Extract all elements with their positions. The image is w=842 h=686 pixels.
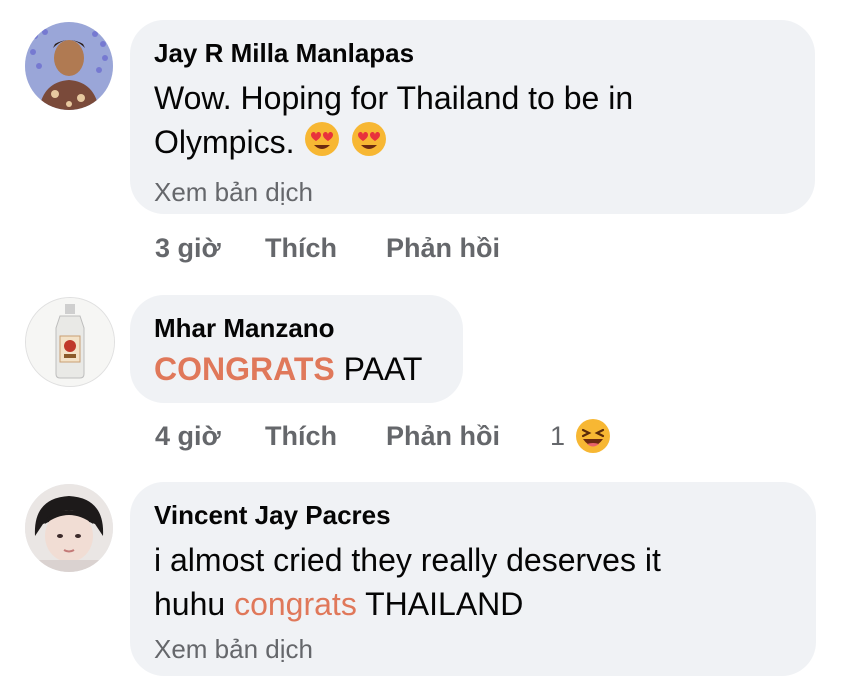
comment-text-post: THAILAND <box>365 586 524 622</box>
comment-author[interactable]: Mhar Manzano <box>154 311 439 345</box>
comment-text-rest: PAAT <box>343 351 423 387</box>
see-translation-link[interactable]: Xem bản dịch <box>154 632 792 666</box>
comment-author[interactable]: Jay R Milla Manlapas <box>154 36 791 70</box>
comment-actions: 4 giờ Thích Phản hồi 1 <box>155 416 655 456</box>
comment-bubble: Vincent Jay Pacres i almost cried they r… <box>130 482 816 676</box>
reply-button[interactable]: Phản hồi <box>386 228 500 268</box>
see-translation-link[interactable]: Xem bản dịch <box>154 175 791 209</box>
laughing-emoji-icon[interactable] <box>575 418 611 465</box>
comment-bubble: Jay R Milla Manlapas Wow. Hoping for Tha… <box>130 20 815 214</box>
comment-text-pre: huhu <box>154 586 226 622</box>
like-button[interactable]: Thích <box>265 228 337 268</box>
comment-text-line-2: Olympics. <box>154 124 295 160</box>
highlighted-keyword[interactable]: congrats <box>234 586 357 622</box>
comment-timestamp[interactable]: 3 giờ <box>155 228 221 268</box>
avatar[interactable] <box>25 22 113 110</box>
avatar[interactable] <box>25 484 113 572</box>
like-button[interactable]: Thích <box>265 416 337 456</box>
reaction-count[interactable]: 1 <box>550 416 565 456</box>
comment-timestamp[interactable]: 4 giờ <box>155 416 221 456</box>
comment-author[interactable]: Vincent Jay Pacres <box>154 498 792 532</box>
comment-text: CONGRATS PAAT <box>154 347 439 391</box>
avatar[interactable] <box>25 297 115 387</box>
heart-eyes-emoji-icon <box>303 120 341 169</box>
comment-text: Wow. Hoping for Thailand to be in Olympi… <box>154 76 791 169</box>
comment-text: i almost cried they really deserves it h… <box>154 538 792 626</box>
comment-bubble: Mhar Manzano CONGRATS PAAT <box>130 295 463 403</box>
reply-button[interactable]: Phản hồi <box>386 416 500 456</box>
highlighted-keyword[interactable]: CONGRATS <box>154 351 335 387</box>
comment-text-line-1: Wow. Hoping for Thailand to be in <box>154 80 634 116</box>
comment-text-line-1: i almost cried they really deserves it <box>154 542 661 578</box>
heart-eyes-emoji-icon <box>350 120 388 169</box>
